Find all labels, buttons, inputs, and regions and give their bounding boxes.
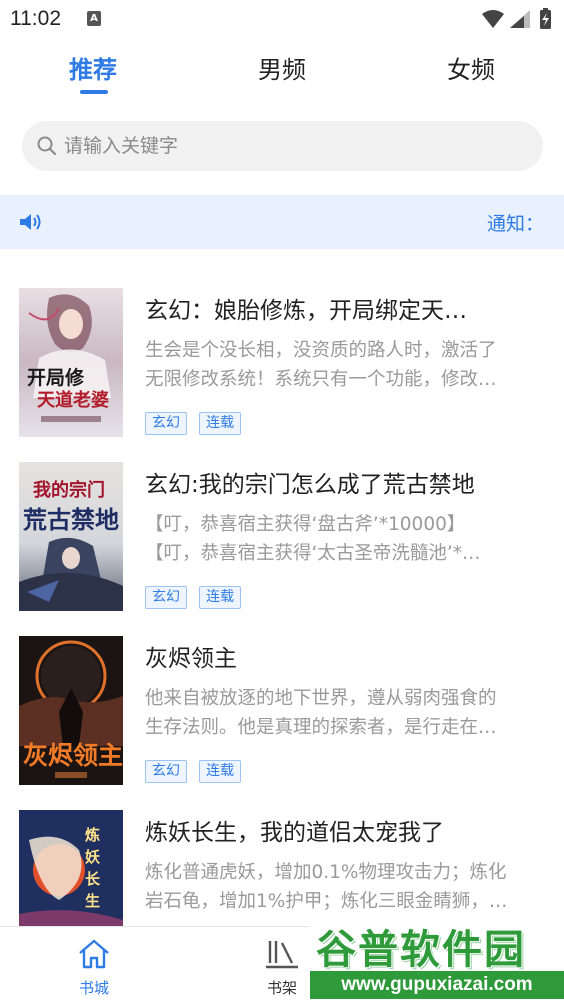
book-description: 炼化普通虎妖，增加0.1%物理攻击力；炼化 岩石龟，增加1%护甲；炼化三眼金睛狮…	[145, 858, 543, 916]
book-description-line: 生存法则。他是真理的探索者，是行走在…	[145, 717, 497, 738]
nav-label: 书城	[78, 979, 109, 997]
home-icon	[79, 939, 109, 969]
tab-female[interactable]: 女频	[447, 50, 495, 85]
watermark-url: www.gupuxiazai.com	[310, 971, 564, 999]
watermark-logo: 谷普软件园 www.gupuxiazai.com	[310, 915, 564, 1004]
book-description-line: 他来自被放逐的地下世界，遵从弱肉强食的	[145, 688, 497, 709]
search-icon	[37, 136, 57, 156]
svg-text:天道老婆: 天道老婆	[37, 389, 109, 411]
active-tab-indicator	[80, 90, 108, 94]
book-tags: 玄幻 连载	[145, 586, 248, 610]
notice-label: 通知：	[486, 213, 544, 235]
status-tag: 连载	[199, 586, 242, 609]
book-title[interactable]: 灰烬领主	[145, 639, 545, 673]
book-description-line: 生会是个没长相，没资质的路人时，激活了	[145, 340, 497, 361]
svg-text:妖: 妖	[85, 848, 100, 866]
genre-tag: 玄幻	[145, 412, 187, 435]
book-tags: 玄幻 连载	[145, 412, 248, 436]
tab-male[interactable]: 男频	[258, 50, 306, 85]
search-input[interactable]	[64, 121, 524, 171]
speaker-icon	[20, 214, 41, 230]
book-title[interactable]: 玄幻：娘胎修炼，开局绑定天…	[145, 291, 545, 325]
genre-tag: 玄幻	[145, 586, 187, 609]
notification-icon: A	[87, 11, 101, 26]
svg-text:开局修: 开局修	[27, 366, 85, 389]
book-description-line: 【叮，恭喜宿主获得‘太古圣帝洗髓池’*…	[145, 543, 481, 564]
book-title[interactable]: 炼妖长生，我的道侣太宠我了	[145, 813, 545, 847]
book-title[interactable]: 玄幻:我的宗门怎么成了荒古禁地	[145, 465, 545, 499]
tab-recommend[interactable]: 推荐	[69, 50, 117, 85]
notice-bar[interactable]: 通知：	[0, 195, 564, 249]
svg-text:生: 生	[85, 892, 100, 910]
svg-text:我的宗门: 我的宗门	[33, 479, 105, 501]
book-cover[interactable]: 开局修 天道老婆	[19, 288, 123, 437]
nav-bookstore[interactable]: 书城	[49, 927, 139, 1004]
status-tag: 连载	[199, 412, 242, 435]
wifi-icon	[482, 10, 504, 28]
book-description-line: 【叮，恭喜宿主获得‘盘古斧’*10000】	[145, 514, 466, 535]
category-tabs: 推荐 男频 女频	[0, 50, 564, 100]
search-bar[interactable]	[22, 121, 543, 171]
svg-text:炼: 炼	[85, 826, 100, 844]
book-cover[interactable]: 灰烬领主	[19, 636, 123, 785]
book-description: 他来自被放逐的地下世界，遵从弱肉强食的 生存法则。他是真理的探索者，是行走在…	[145, 684, 543, 742]
bookshelf-icon	[266, 941, 298, 969]
book-description: 生会是个没长相，没资质的路人时，激活了 无限修改系统！系统只有一个功能，修改…	[145, 336, 543, 394]
svg-text:荒古禁地: 荒古禁地	[23, 506, 119, 534]
book-item[interactable]: 我的宗门 荒古禁地 玄幻:我的宗门怎么成了荒古禁地 【叮，恭喜宿主获得‘盘古斧’…	[0, 462, 564, 612]
genre-tag: 玄幻	[145, 760, 187, 783]
book-description-line: 无限修改系统！系统只有一个功能，修改…	[145, 369, 497, 390]
book-description: 【叮，恭喜宿主获得‘盘古斧’*10000】 【叮，恭喜宿主获得‘太古圣帝洗髓池’…	[145, 510, 543, 568]
book-item[interactable]: 灰烬领主 灰烬领主 他来自被放逐的地下世界，遵从弱肉强食的 生存法则。他是真理的…	[0, 636, 564, 786]
svg-text:长: 长	[85, 870, 101, 888]
book-description-line: 岩石龟，增加1%护甲；炼化三眼金睛狮，…	[145, 891, 508, 912]
watermark-title: 谷普软件园	[316, 927, 526, 973]
status-tag: 连载	[199, 760, 242, 783]
svg-text:灰烬领主: 灰烬领主	[23, 741, 123, 770]
book-tags: 玄幻 连载	[145, 760, 248, 784]
status-bar: 11:02 A	[0, 0, 564, 38]
book-cover[interactable]: 我的宗门 荒古禁地	[19, 462, 123, 611]
status-icons	[482, 8, 551, 29]
book-description-line: 炼化普通虎妖，增加0.1%物理攻击力；炼化	[145, 862, 507, 883]
book-item[interactable]: 开局修 天道老婆 玄幻：娘胎修炼，开局绑定天… 生会是个没长相，没资质的路人时，…	[0, 288, 564, 438]
status-time: 11:02	[10, 7, 61, 30]
